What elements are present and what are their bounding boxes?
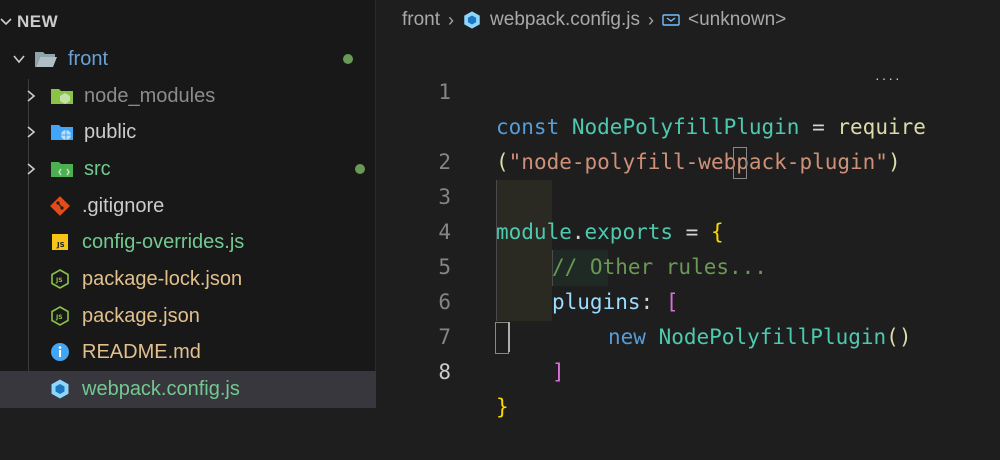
nodejs-icon: JS [48,267,72,291]
tree-item-label: README.md [82,340,201,363]
code-line-1-wrap[interactable]: ("node-polyfill-webpack-plugin") [376,75,1000,174]
folder-public-icon [50,120,74,144]
tree-item-webpack-config[interactable]: webpack.config.js U [0,371,423,408]
modified-dot [355,164,365,175]
svg-text:JS: JS [56,241,65,249]
js-file-icon: JS [48,230,72,254]
section-title: NEW [17,12,59,31]
chevron-right-icon [20,85,42,107]
code-line-4[interactable]: 4 // Other rules... [376,180,1000,279]
tree-item-node-modules[interactable]: node_modules [0,78,395,115]
svg-text:JS: JS [55,314,63,321]
tree-item-src[interactable]: src [0,151,395,188]
tree-item-label: config-overrides.js [82,230,245,253]
vscode-window: NEW front node_modules public src .gitig… [0,0,1000,419]
code-line-1[interactable]: 1 const NodePolyfillPlugin = require [376,40,1000,139]
breadcrumb-folder[interactable]: front [402,9,440,31]
tree-item-label: node_modules [84,84,216,107]
webpack-icon [48,377,72,401]
breadcrumb: front › webpack.config.js › <unknown> [376,0,1000,40]
chevron-right-icon: › [448,9,455,30]
chevron-right-icon: › [648,9,654,30]
folder-node-icon [50,84,74,108]
code-text: ] [552,360,565,384]
code-line-2[interactable]: 2 [376,110,1000,174]
code-line-7[interactable]: 7 ] [376,285,1000,384]
folder-open-icon [34,47,58,71]
tree-item-label: webpack.config.js [82,377,240,400]
bracket-match-box [733,147,747,179]
symbol-variable-icon [662,12,680,28]
nodejs-icon: JS [48,304,72,328]
svg-text:JS: JS [55,277,63,284]
tree-item-label: public [84,120,137,143]
tree-item-label: front [68,47,109,70]
text-cursor [508,322,510,352]
code-line-3[interactable]: 3 module.exports = { [376,145,1000,244]
chevron-down-icon [0,11,13,33]
chevron-right-icon [20,121,42,143]
tree-item-label: src [84,157,111,180]
tree-item-label: .gitignore [82,194,165,217]
bracket-match-box [495,322,509,354]
git-icon [48,194,72,218]
tree-item-package-json[interactable]: JS package.json M [0,298,423,335]
tree-item-label: package.json [82,304,200,327]
tree-item-public[interactable]: public [0,114,395,151]
code-line-8[interactable]: 8 } [376,320,1000,419]
tree-item-readme[interactable]: README.md M [0,334,423,371]
chevron-down-icon [8,48,30,70]
modified-dot [343,54,353,65]
webpack-icon [462,10,482,30]
line-number: 8 [438,360,451,384]
folder-src-icon [50,157,74,181]
tree-item-package-lock[interactable]: JS package-lock.json M [0,261,423,298]
breadcrumb-symbol[interactable]: <unknown> [688,9,786,31]
info-icon [48,340,72,364]
code-line-6[interactable]: 6 new NodePolyfillPlugin() [376,250,1000,349]
code-line-5[interactable]: 5 plugins: [ [376,215,1000,314]
tree-item-gitignore[interactable]: .gitignore [0,188,423,225]
tree-item-front[interactable]: front [0,41,383,78]
explorer-section-header[interactable]: NEW [0,4,375,40]
tree-item-config-overrides[interactable]: JS config-overrides.js U [0,224,423,261]
explorer-panel: NEW front node_modules public src .gitig… [0,0,423,408]
tree-item-label: package-lock.json [82,267,243,290]
chevron-right-icon [20,158,42,180]
breadcrumb-file[interactable]: webpack.config.js [490,9,640,31]
